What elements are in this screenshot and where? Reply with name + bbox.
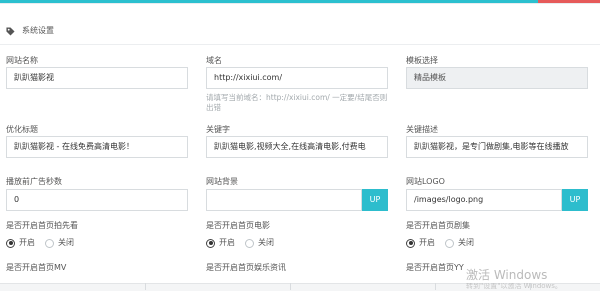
background-label: 网站背景: [206, 177, 238, 186]
tag-icon: [6, 26, 15, 36]
section-title: 系统设置: [22, 26, 54, 35]
toggle-label: 是否开启首页拍先看: [6, 221, 78, 230]
background-upload-button[interactable]: UP: [362, 189, 388, 211]
keywords-label: 关键字: [206, 125, 230, 134]
logo-input[interactable]: /images/logo.png: [406, 189, 562, 211]
radio-on-label: 开启: [19, 238, 35, 247]
seo-title-input[interactable]: 趴趴猫影视 - 在线免费高清电影！: [6, 136, 188, 158]
background-input[interactable]: [206, 189, 362, 211]
pre-ad-seconds-input[interactable]: 0: [6, 189, 188, 211]
toggle-label: 是否开启首页娱乐资讯: [206, 263, 286, 272]
template-label: 模板选择: [406, 56, 438, 65]
toggle-label: 是否开启首页剧集: [406, 221, 470, 230]
site-name-label: 网站名称: [6, 56, 38, 65]
description-label: 关键描述: [406, 125, 438, 134]
toggle-radio-group: 开启 关闭: [406, 238, 484, 248]
description-input[interactable]: 趴趴猫影视，是专门做剧集,电影等在线播放: [406, 136, 588, 158]
section-header: 系统设置: [6, 24, 54, 38]
site-name-input[interactable]: 趴趴猫影视: [6, 67, 188, 89]
template-select[interactable]: 精品模板: [406, 67, 588, 89]
radio-off-label: 关闭: [458, 238, 474, 247]
seo-title-label: 优化标题: [6, 125, 38, 134]
toggle-label: 是否开启首页MV: [6, 263, 67, 272]
radio-off-label: 关闭: [58, 238, 74, 247]
toggle-radio-group: 开启 关闭: [6, 238, 84, 248]
activation-watermark-subtitle: 转到"设置"以激活 Windows。: [466, 283, 562, 290]
toggle-label: 是否开启首页电影: [206, 221, 270, 230]
logo-label: 网站LOGO: [406, 177, 445, 186]
strip-divider: [145, 283, 146, 290]
radio-on[interactable]: [406, 238, 415, 248]
radio-on-label: 开启: [419, 238, 435, 247]
radio-on[interactable]: [6, 238, 15, 248]
radio-off-label: 关闭: [258, 238, 274, 247]
radio-on-label: 开启: [219, 238, 235, 247]
activation-watermark: 激活 Windows: [466, 268, 548, 282]
toggle-radio-group: 开启 关闭: [206, 238, 284, 248]
toggle-label: 是否开启首页YY: [406, 263, 464, 272]
radio-on[interactable]: [206, 238, 215, 248]
pre-ad-seconds-label: 播放前广告秒数: [6, 177, 62, 186]
section-divider: [0, 44, 600, 45]
radio-off[interactable]: [45, 238, 54, 248]
strip-divider: [435, 283, 436, 290]
logo-upload-button[interactable]: UP: [562, 189, 588, 211]
domain-hint: 请填写当前域名：http://xixiui.com/ 一定要/结尾否则出错: [206, 93, 388, 112]
radio-off[interactable]: [245, 238, 254, 248]
top-divider: [0, 3, 600, 4]
keywords-input[interactable]: 趴趴猫电影,视频大全,在线高清电影,付费电: [206, 136, 388, 158]
domain-label: 域名: [206, 56, 222, 65]
domain-input[interactable]: http://xixiui.com/: [206, 67, 388, 89]
strip-divider: [290, 283, 291, 290]
radio-off[interactable]: [445, 238, 454, 248]
